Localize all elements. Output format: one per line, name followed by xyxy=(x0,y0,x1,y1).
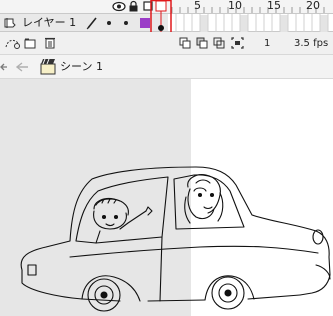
back-arrow-icon[interactable] xyxy=(0,62,8,72)
scene-name: シーン 1 xyxy=(60,60,103,73)
scene-bar: シーン 1 xyxy=(0,55,333,79)
add-layer-folder-icon[interactable] xyxy=(24,37,36,49)
frame-number: 5 xyxy=(194,0,201,12)
pencil-icon xyxy=(86,17,97,30)
edit-multiple-frames-icon[interactable] xyxy=(231,37,244,49)
layer-row[interactable]: レイヤー 1 xyxy=(0,13,168,32)
frame-ruler[interactable]: 5 10 15 20 xyxy=(168,0,333,13)
frame-number: 10 xyxy=(228,0,242,12)
scene-clapper-icon xyxy=(40,58,56,75)
frame-number: 20 xyxy=(306,0,320,12)
timeline-footer: 1 3.5 fps xyxy=(0,32,333,55)
lock-icon[interactable] xyxy=(128,0,139,12)
frame-rate: 3.5 fps xyxy=(294,38,329,49)
frame-cells xyxy=(175,14,329,33)
back-to-scene-icon[interactable] xyxy=(15,61,29,73)
current-frame: 1 xyxy=(264,38,271,49)
visibility-dot[interactable] xyxy=(107,21,111,25)
layer-icon xyxy=(4,18,16,28)
onion-skin-outlines-icon[interactable] xyxy=(213,37,225,49)
keyframe-dot xyxy=(158,25,164,31)
center-frame-icon[interactable] xyxy=(179,37,191,49)
car-drawing xyxy=(20,166,331,312)
eye-icon[interactable] xyxy=(112,1,126,12)
delete-layer-icon[interactable] xyxy=(44,36,56,49)
add-motion-guide-icon[interactable] xyxy=(4,37,20,49)
lock-dot[interactable] xyxy=(124,21,128,25)
frames-row[interactable] xyxy=(168,13,333,33)
onion-skin-icon[interactable] xyxy=(196,37,208,49)
frame-number: 15 xyxy=(267,0,281,12)
layer-name[interactable]: レイヤー 1 xyxy=(22,16,76,30)
